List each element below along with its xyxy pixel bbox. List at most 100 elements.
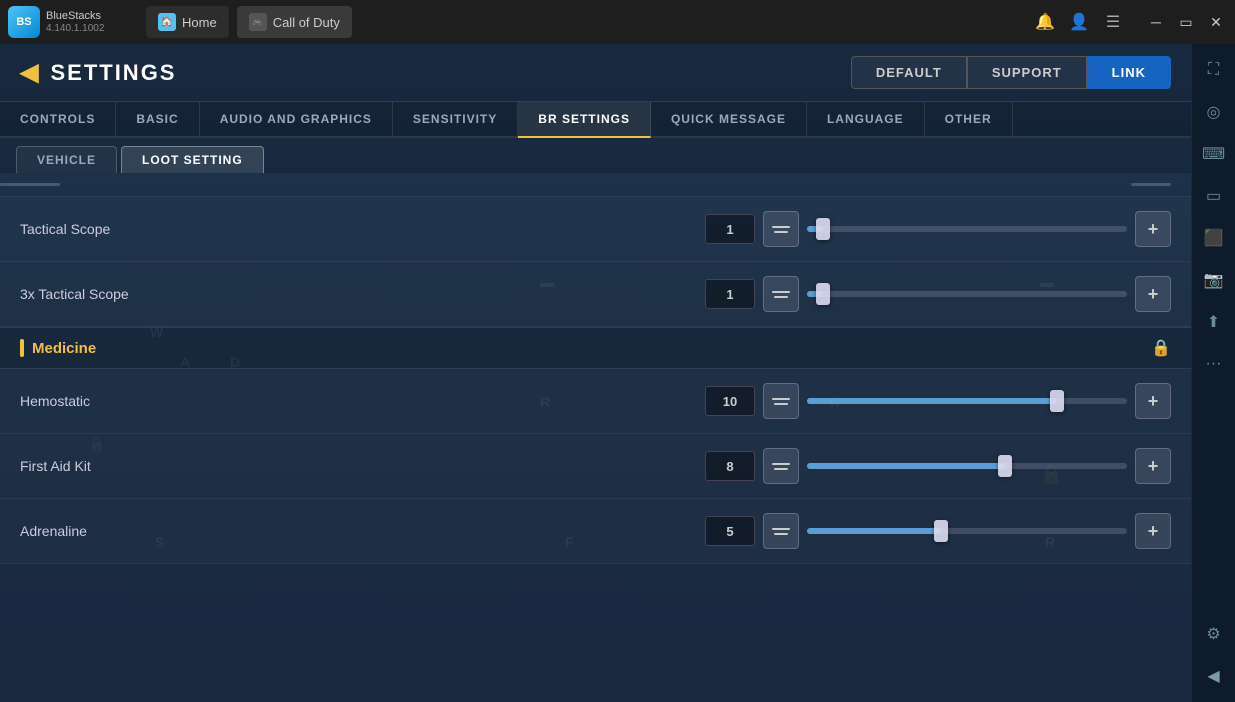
adrenaline-value: 5: [705, 516, 755, 546]
keyboard-sidebar-icon[interactable]: ⌨: [1196, 136, 1232, 172]
adrenaline-slider[interactable]: [807, 528, 1127, 534]
hemostatic-thumb[interactable]: [1050, 390, 1064, 412]
tab-sensitivity[interactable]: SENSITIVITY: [393, 102, 518, 138]
title-bar: BS BlueStacks 4.140.1.1002 🏠 Home 🎮 Call…: [0, 0, 1235, 44]
main-tabs: CONTROLS BASIC AUDIO AND GRAPHICS SENSIT…: [0, 102, 1191, 138]
more-sidebar-icon[interactable]: ···: [1196, 346, 1232, 382]
first-aid-kit-value: 8: [705, 451, 755, 481]
medicine-label-text: Medicine: [32, 340, 96, 357]
tab-quick-message[interactable]: QUICK MESSAGE: [651, 102, 807, 138]
back-sidebar-icon[interactable]: ◀: [1196, 658, 1232, 694]
medicine-section-header: Medicine 🔒: [0, 327, 1191, 369]
video-sidebar-icon[interactable]: ⬛: [1196, 220, 1232, 256]
game-tab-icon: 🎮: [249, 13, 267, 31]
app-name-block: BlueStacks 4.140.1.1002: [46, 10, 104, 34]
app-logo: BS BlueStacks 4.140.1.1002: [8, 6, 138, 38]
sub-tab-loot-setting[interactable]: LOOT SETTING: [121, 146, 264, 173]
hemostatic-track: [807, 398, 1127, 404]
minus-line-2: [774, 231, 788, 233]
sub-tab-vehicle[interactable]: VEHICLE: [16, 146, 117, 173]
adrenaline-controls: 5 +: [705, 513, 1171, 549]
settings-title-text: SETTINGS: [50, 60, 176, 86]
tactical-scope-thumb[interactable]: [816, 218, 830, 240]
adrenaline-label: Adrenaline: [20, 523, 220, 539]
tab-controls[interactable]: CONTROLS: [0, 102, 116, 138]
3x-tactical-scope-thumb[interactable]: [816, 283, 830, 305]
hemostatic-value: 10: [705, 386, 755, 416]
camera-sidebar-icon[interactable]: 📷: [1196, 262, 1232, 298]
adrenaline-minus-button[interactable]: [763, 513, 799, 549]
header-buttons: DEFAULT SUPPORT LINK: [851, 56, 1171, 89]
first-aid-kit-row: First Aid Kit 8 +: [0, 434, 1191, 499]
tactical-scope-track: [807, 226, 1127, 232]
medicine-section-bar: [20, 339, 24, 357]
fak-minus-line-1: [772, 463, 790, 465]
account-icon[interactable]: 👤: [1069, 12, 1089, 32]
tab-other[interactable]: OTHER: [925, 102, 1013, 138]
app-version: 4.140.1.1002: [46, 23, 104, 34]
3x-tactical-scope-slider[interactable]: [807, 291, 1127, 297]
first-aid-kit-track: [807, 463, 1127, 469]
support-button[interactable]: SUPPORT: [967, 56, 1087, 89]
tactical-scope-minus-button[interactable]: [763, 211, 799, 247]
link-button[interactable]: LINK: [1087, 56, 1171, 89]
settings-title-group: ◀ SETTINGS: [20, 58, 176, 87]
fak-minus-line-2: [774, 468, 788, 470]
gear-sidebar-icon[interactable]: ⚙: [1196, 616, 1232, 652]
hemostatic-label: Hemostatic: [20, 393, 220, 409]
tactical-scope-slider[interactable]: [807, 226, 1127, 232]
3x-tactical-scope-minus-button[interactable]: [763, 276, 799, 312]
first-aid-kit-fill: [807, 463, 1005, 469]
hemo-minus-line-2: [774, 403, 788, 405]
hemostatic-plus-button[interactable]: +: [1135, 383, 1171, 419]
hemostatic-fill: [807, 398, 1057, 404]
scopes-partial-section: Tactical Scope 1 +: [0, 173, 1191, 327]
minimize-button[interactable]: ─: [1145, 11, 1167, 33]
tab-br-settings[interactable]: BR SETTINGS: [518, 102, 651, 138]
medicine-lock-icon: 🔒: [1151, 338, 1171, 358]
tactical-scope-controls: 1 +: [705, 211, 1171, 247]
bluestacks-icon: BS: [8, 6, 40, 38]
adrenaline-plus-button[interactable]: +: [1135, 513, 1171, 549]
notification-icon[interactable]: 🔔: [1035, 12, 1055, 32]
tab-audio-graphics[interactable]: AUDIO AND GRAPHICS: [200, 102, 393, 138]
mobile-sidebar-icon[interactable]: ▭: [1196, 178, 1232, 214]
tactical-scope-value: 1: [705, 214, 755, 244]
hamburger-icon[interactable]: ☰: [1103, 12, 1123, 32]
hemostatic-controls: 10 +: [705, 383, 1171, 419]
settings-header: ◀ SETTINGS DEFAULT SUPPORT LINK: [0, 44, 1191, 102]
hemo-minus-line-1: [772, 398, 790, 400]
adr-minus-line-1: [772, 528, 790, 530]
first-aid-kit-slider[interactable]: [807, 463, 1127, 469]
home-tab[interactable]: 🏠 Home: [146, 6, 229, 38]
adrenaline-thumb[interactable]: [934, 520, 948, 542]
first-aid-kit-minus-button[interactable]: [763, 448, 799, 484]
main-area: ⛶ ◎ ⌨ ▭ ⬛ 📷 ⬆ ··· ⚙ ◀ W A D ▬ ▬ R R S F …: [0, 44, 1235, 702]
upload-sidebar-icon[interactable]: ⬆: [1196, 304, 1232, 340]
eye-sidebar-icon[interactable]: ◎: [1196, 94, 1232, 130]
first-aid-kit-thumb[interactable]: [998, 455, 1012, 477]
default-button[interactable]: DEFAULT: [851, 56, 967, 89]
first-aid-kit-label: First Aid Kit: [20, 458, 220, 474]
game-tab[interactable]: 🎮 Call of Duty: [237, 6, 352, 38]
3x-tactical-scope-plus-button[interactable]: +: [1135, 276, 1171, 312]
settings-scroll-area[interactable]: Tactical Scope 1 +: [0, 173, 1191, 702]
content-area: W A D ▬ ▬ R R S F R 🔒 🔒 ◀ SETTINGS DEFAU…: [0, 44, 1191, 702]
3x-tactical-scope-value: 1: [705, 279, 755, 309]
expand-sidebar-icon[interactable]: ⛶: [1196, 52, 1232, 88]
adrenaline-fill: [807, 528, 941, 534]
tactical-scope-plus-button[interactable]: +: [1135, 211, 1171, 247]
first-aid-kit-controls: 8 +: [705, 448, 1171, 484]
close-button[interactable]: ✕: [1205, 11, 1227, 33]
tactical-scope-label: Tactical Scope: [20, 221, 220, 237]
minus-line-4: [774, 296, 788, 298]
hemostatic-minus-button[interactable]: [763, 383, 799, 419]
restore-button[interactable]: ▭: [1175, 11, 1197, 33]
hemostatic-slider[interactable]: [807, 398, 1127, 404]
tab-basic[interactable]: BASIC: [116, 102, 199, 138]
tab-language[interactable]: LANGUAGE: [807, 102, 925, 138]
3x-tactical-scope-row: 3x Tactical Scope 1: [0, 262, 1191, 327]
first-aid-kit-plus-button[interactable]: +: [1135, 448, 1171, 484]
home-tab-label: Home: [182, 15, 217, 30]
settings-back-arrow[interactable]: ◀: [20, 58, 40, 87]
